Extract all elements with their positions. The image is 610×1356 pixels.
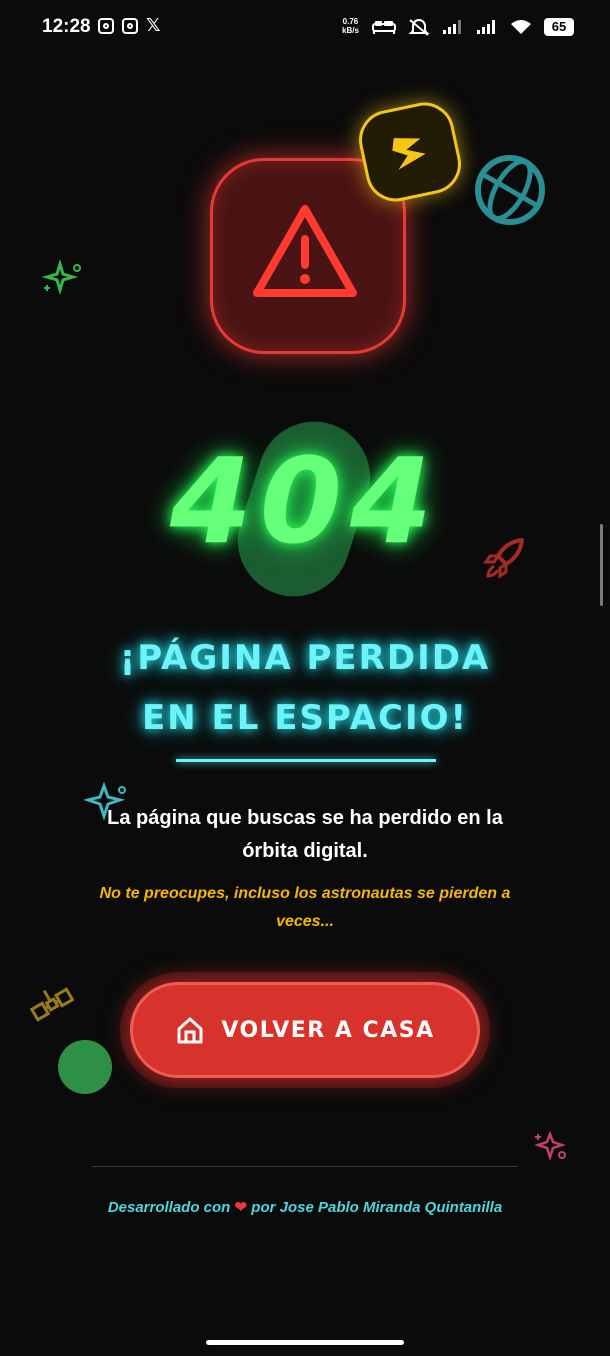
page-title-line: EN EL ESPACIO!: [141, 698, 469, 738]
error-description-line: La página que buscas se ha perdido en la: [107, 807, 503, 829]
sparkle-icon: [42, 260, 81, 296]
bed-icon: [372, 21, 396, 34]
signal-icon: [443, 20, 461, 34]
back-home-label: VOLVER A CASA: [221, 1017, 435, 1043]
lightning-bolt-icon: [392, 138, 426, 170]
bell-muted-icon: [408, 19, 430, 36]
rocket-icon: [483, 538, 524, 579]
network-speed-value: 0.76: [342, 17, 359, 26]
wifi-icon: [511, 20, 531, 34]
back-home-button[interactable]: VOLVER A CASA: [130, 982, 480, 1078]
signal-icon: [477, 20, 495, 34]
error-code: 404: [169, 432, 441, 570]
battery-level: 65: [544, 18, 574, 36]
globe-icon: [475, 155, 545, 225]
instagram-icon: [122, 18, 138, 34]
decorative-dot: [58, 1040, 112, 1094]
page-title: ¡PÁGINA PERDIDA EN EL ESPACIO!: [60, 628, 550, 748]
footer-prefix: Desarrollado con: [107, 1199, 231, 1216]
reassurance-note-line: No te preocupes, incluso los astronautas…: [99, 885, 511, 902]
page-title-line: ¡PÁGINA PERDIDA: [119, 638, 491, 678]
error-description-line: órbita digital.: [242, 840, 368, 862]
gesture-home-indicator[interactable]: [206, 1340, 404, 1345]
scrollbar-thumb[interactable]: [600, 524, 603, 606]
footer-divider: [92, 1166, 518, 1167]
status-app-icons: 𝕏: [98, 15, 161, 36]
instagram-icon: [98, 18, 114, 34]
network-speed: 0.76 kB/s: [342, 17, 359, 35]
footer-author: por Jose Pablo Miranda Quintanilla: [251, 1199, 503, 1216]
status-time: 12:28: [42, 16, 91, 37]
reassurance-note: No te preocupes, incluso los astronautas…: [50, 880, 560, 936]
footer-credit: Desarrollado con ❤ por Jose Pablo Mirand…: [40, 1198, 570, 1216]
error-description: La página que buscas se ha perdido en la…: [60, 802, 550, 868]
status-right-icons: 65: [372, 18, 574, 36]
satellite-icon: [29, 987, 75, 1022]
title-divider: [176, 759, 436, 762]
sparkle-icon: [534, 1130, 566, 1161]
warning-triangle-icon: [253, 205, 357, 297]
heart-icon: ❤: [234, 1199, 248, 1216]
reassurance-note-line: veces...: [276, 913, 334, 930]
network-speed-unit: kB/s: [342, 26, 359, 35]
x-icon: 𝕏: [146, 15, 161, 36]
status-bar: 12:28 𝕏 0.76 kB/s 65: [0, 0, 610, 60]
home-icon: [177, 1017, 203, 1044]
